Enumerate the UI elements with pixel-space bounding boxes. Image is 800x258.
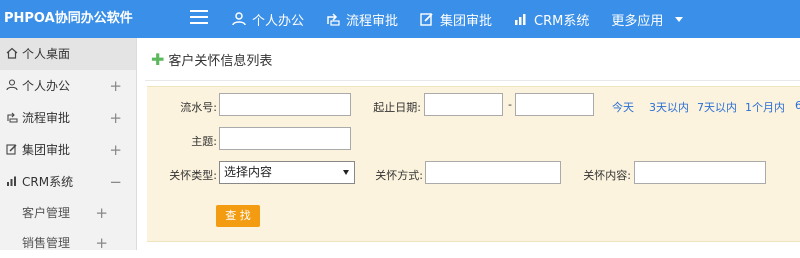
start-date-input[interactable] xyxy=(424,93,503,116)
sidebar: 个人桌面 个人办公 + 流程审批 + 集团审批 + CRM系统 − 客户管理 +… xyxy=(0,38,137,252)
add-icon: ✚ xyxy=(151,50,165,69)
expand-icon[interactable]: + xyxy=(109,70,122,102)
care-method-input[interactable] xyxy=(425,161,561,184)
sidebar-item-desktop[interactable]: 个人桌面 xyxy=(0,38,136,70)
sidebar-item-workflow[interactable]: 流程审批 + xyxy=(0,102,136,134)
care-type-selected: 选择内容 xyxy=(224,165,273,179)
collapse-icon[interactable]: − xyxy=(109,166,122,198)
sidebar-subitem-label: 客户管理 xyxy=(22,206,71,220)
workflow-icon xyxy=(327,13,340,26)
bar-chart-icon xyxy=(515,14,526,25)
quick-date-today[interactable]: 今天 xyxy=(612,99,634,115)
expand-icon[interactable]: + xyxy=(95,198,108,228)
subject-input[interactable] xyxy=(219,127,351,150)
expand-icon[interactable]: + xyxy=(95,228,108,258)
care-content-label: 关怀内容: xyxy=(583,169,631,182)
nav-label: 集团审批 xyxy=(440,13,493,29)
sidebar-subitem-label: 销售管理 xyxy=(22,236,71,250)
expand-icon[interactable]: + xyxy=(109,134,122,166)
menu-toggle-icon[interactable] xyxy=(190,10,208,28)
nav-label: CRM系统 xyxy=(534,13,590,29)
care-method-label: 关怀方式: xyxy=(375,169,423,182)
date-range-label: 起止日期: xyxy=(373,101,421,114)
care-type-label: 关怀类型: xyxy=(169,169,217,182)
expand-icon[interactable]: + xyxy=(109,102,122,134)
top-navbar: PHPOA协同办公软件 个人办公 流程审批 集团审批 CRM系统 更多应用 xyxy=(0,0,800,38)
serial-number-input[interactable] xyxy=(219,93,351,116)
search-button[interactable]: 查 找 xyxy=(216,205,260,227)
quick-date-6[interactable]: 6 xyxy=(795,99,800,112)
app-brand[interactable]: PHPOA协同办公软件 xyxy=(4,0,133,38)
workflow-icon xyxy=(7,112,18,123)
quick-date-7-days[interactable]: 7天以内 xyxy=(697,99,737,115)
divider xyxy=(145,80,800,81)
nav-group-approval[interactable]: 集团审批 xyxy=(420,10,492,29)
sidebar-item-label: 个人桌面 xyxy=(22,47,71,61)
nav-more-apps[interactable]: 更多应用 xyxy=(611,10,684,29)
sidebar-item-group-approval[interactable]: 集团审批 + xyxy=(0,134,136,166)
sidebar-item-personal-office[interactable]: 个人办公 + xyxy=(0,70,136,102)
home-icon xyxy=(6,47,18,59)
sidebar-item-label: CRM系统 xyxy=(22,175,74,189)
care-type-select[interactable]: 选择内容 xyxy=(219,161,355,184)
sidebar-item-crm[interactable]: CRM系统 − xyxy=(0,166,136,198)
edit-icon xyxy=(6,144,17,155)
quick-date-3-days[interactable]: 3天以内 xyxy=(649,99,689,115)
quick-date-1-month[interactable]: 1个月内 xyxy=(745,99,785,115)
user-icon xyxy=(232,12,246,26)
sidebar-item-label: 流程审批 xyxy=(22,111,71,125)
nav-label: 流程审批 xyxy=(346,13,399,29)
nav-label: 更多应用 xyxy=(611,13,664,29)
end-date-input[interactable] xyxy=(515,93,594,116)
sidebar-subitem-customer-management[interactable]: 客户管理 + xyxy=(0,198,136,228)
main-content: ✚ 客户关怀信息列表 流水号: 起止日期: - 今天 3天以内 7天以内 1个月… xyxy=(137,38,800,250)
user-icon xyxy=(6,79,18,91)
search-form: 流水号: 起止日期: - 今天 3天以内 7天以内 1个月内 6 主题: 关怀类… xyxy=(147,86,800,242)
dropdown-arrow-icon xyxy=(343,170,349,175)
sidebar-item-label: 个人办公 xyxy=(22,79,71,93)
page-title-text: 客户关怀信息列表 xyxy=(168,54,273,69)
top-nav: 个人办公 流程审批 集团审批 CRM系统 更多应用 xyxy=(232,0,705,38)
bar-chart-icon xyxy=(7,176,16,186)
nav-workflow[interactable]: 流程审批 xyxy=(326,10,398,29)
nav-crm[interactable]: CRM系统 xyxy=(514,10,589,29)
nav-personal-office[interactable]: 个人办公 xyxy=(232,10,304,29)
serial-number-label: 流水号: xyxy=(180,101,217,114)
sidebar-item-label: 集团审批 xyxy=(22,143,71,157)
care-content-input[interactable] xyxy=(634,161,766,184)
nav-label: 个人办公 xyxy=(252,13,305,29)
sidebar-subitem-sales-management[interactable]: 销售管理 + xyxy=(0,228,136,258)
edit-icon xyxy=(420,13,433,26)
page-title: ✚ 客户关怀信息列表 xyxy=(151,50,272,69)
caret-down-icon xyxy=(675,16,684,22)
date-separator: - xyxy=(508,98,512,111)
subject-label: 主题: xyxy=(191,135,217,148)
